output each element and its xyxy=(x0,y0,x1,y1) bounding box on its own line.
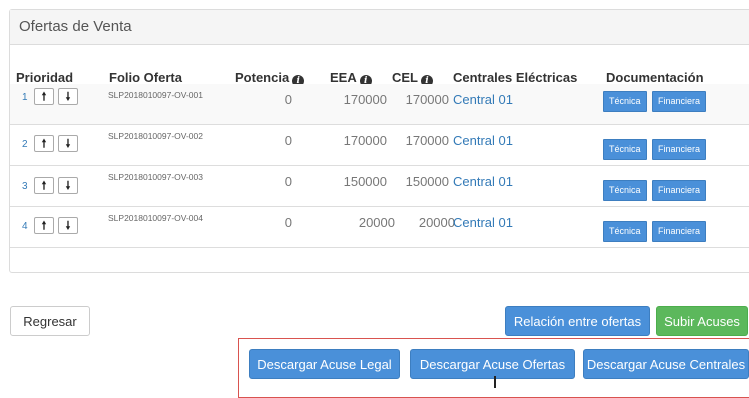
cel-value: 20000 xyxy=(418,215,455,230)
ofertas-panel: Ofertas de Venta Prioridad Folio Oferta … xyxy=(9,9,749,273)
eea-value: 170000 xyxy=(343,133,387,148)
cel-value: 170000 xyxy=(405,92,449,107)
move-down-button[interactable]: 🠗 xyxy=(58,88,78,105)
priority-number: 3 xyxy=(22,181,28,192)
eea-value: 150000 xyxy=(343,174,387,189)
priority-number: 2 xyxy=(22,139,28,150)
folio-oferta: SLP2018010097-OV-003 xyxy=(108,172,203,182)
relacion-ofertas-button[interactable]: Relación entre ofertas xyxy=(505,306,650,336)
move-down-button[interactable]: 🠗 xyxy=(58,135,78,152)
priority-number: 4 xyxy=(22,221,28,232)
move-up-button[interactable]: 🠕 xyxy=(34,88,54,105)
move-up-button[interactable]: 🠕 xyxy=(34,217,54,234)
col-centrales: Centrales Eléctricas xyxy=(453,70,578,85)
col-documentacion: Documentación xyxy=(606,70,704,85)
descargar-acuse-centrales-button[interactable]: Descargar Acuse Centrales xyxy=(583,349,749,379)
subir-acuses-button[interactable]: Subir Acuses xyxy=(656,306,748,336)
regresar-button[interactable]: Regresar xyxy=(10,306,90,336)
col-folio: Folio Oferta xyxy=(109,70,182,85)
col-prioridad: Prioridad xyxy=(16,70,74,85)
text-cursor-icon xyxy=(494,376,496,388)
tecnica-button[interactable]: Técnica xyxy=(603,180,647,201)
folio-oferta: SLP2018010097-OV-002 xyxy=(108,131,203,141)
cel-value: 170000 xyxy=(405,133,449,148)
financiera-button[interactable]: Financiera xyxy=(652,221,707,242)
central-link[interactable]: Central 01 xyxy=(453,215,513,230)
folio-oferta: SLP2018010097-OV-004 xyxy=(108,213,203,223)
central-link[interactable]: Central 01 xyxy=(453,133,513,148)
table-row: 3 🠕 🠗 SLP2018010097-OV-003 0 150000 1500… xyxy=(10,166,749,207)
table-row: 4 🠕 🠗 SLP2018010097-OV-004 0 20000 20000… xyxy=(10,207,749,248)
potencia-value: 0 xyxy=(284,92,292,107)
tecnica-button[interactable]: Técnica xyxy=(603,221,647,242)
central-link[interactable]: Central 01 xyxy=(453,174,513,189)
financiera-button[interactable]: Financiera xyxy=(652,91,707,112)
move-up-button[interactable]: 🠕 xyxy=(34,177,54,194)
eea-value: 170000 xyxy=(343,92,387,107)
table-row: 2 🠕 🠗 SLP2018010097-OV-002 0 170000 1700… xyxy=(10,125,749,166)
descargar-acuse-ofertas-button[interactable]: Descargar Acuse Ofertas xyxy=(410,349,575,379)
potencia-value: 0 xyxy=(284,133,292,148)
tecnica-button[interactable]: Técnica xyxy=(603,139,647,160)
folio-oferta: SLP2018010097-OV-001 xyxy=(108,90,203,100)
panel-title: Ofertas de Venta xyxy=(10,10,749,45)
move-down-button[interactable]: 🠗 xyxy=(58,177,78,194)
financiera-button[interactable]: Financiera xyxy=(652,180,707,201)
potencia-value: 0 xyxy=(284,215,292,230)
move-down-button[interactable]: 🠗 xyxy=(58,217,78,234)
move-up-button[interactable]: 🠕 xyxy=(34,135,54,152)
descargar-acuse-legal-button[interactable]: Descargar Acuse Legal xyxy=(249,349,400,379)
eea-value: 20000 xyxy=(358,215,395,230)
tecnica-button[interactable]: Técnica xyxy=(603,91,647,112)
cel-value: 150000 xyxy=(405,174,449,189)
table-row: 1 🠕 🠗 SLP2018010097-OV-001 0 170000 1700… xyxy=(10,84,749,125)
central-link[interactable]: Central 01 xyxy=(453,92,513,107)
financiera-button[interactable]: Financiera xyxy=(652,139,707,160)
potencia-value: 0 xyxy=(284,174,292,189)
priority-number: 1 xyxy=(22,92,28,103)
